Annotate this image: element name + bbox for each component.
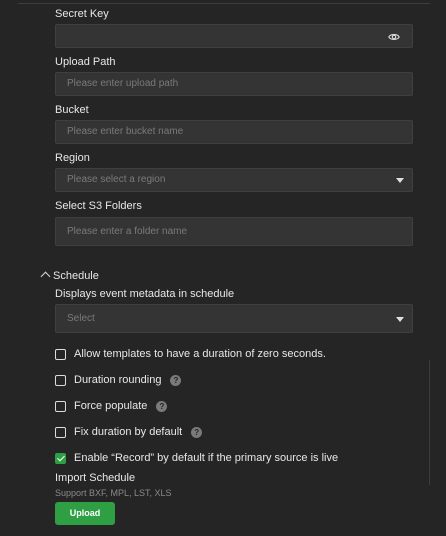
region-placeholder: Please select a region — [67, 174, 166, 185]
option-force-populate[interactable]: Force populate ? — [55, 399, 168, 413]
bucket-label: Bucket — [55, 104, 89, 116]
option-duration-rounding[interactable]: Duration rounding ? — [55, 373, 182, 387]
schedule-title: Schedule — [53, 270, 99, 282]
import-format-hint: Support BXF, MPL, LST, XLS — [55, 488, 172, 498]
settings-panel: Secret Key Upload Path Bucket Region Ple… — [0, 0, 446, 536]
metadata-placeholder: Select — [67, 313, 95, 324]
secret-key-input[interactable] — [55, 24, 413, 48]
help-icon[interactable]: ? — [170, 374, 182, 386]
bucket-field[interactable] — [67, 121, 367, 143]
checkbox[interactable] — [55, 348, 66, 360]
chevron-up-icon — [40, 271, 51, 282]
option-zero-duration[interactable]: Allow templates to have a duration of ze… — [55, 347, 326, 361]
option-label: Allow templates to have a duration of ze… — [74, 348, 326, 360]
upload-path-field[interactable] — [67, 73, 367, 95]
s3-folders-field[interactable] — [67, 218, 367, 245]
help-icon[interactable]: ? — [191, 426, 203, 438]
option-label: Force populate — [74, 400, 148, 412]
scrollbar[interactable] — [429, 360, 430, 485]
region-label: Region — [55, 152, 90, 164]
chevron-down-icon — [396, 178, 404, 183]
option-label: Fix duration by default — [74, 426, 183, 438]
option-enable-record[interactable]: Enable “Record” by default if the primar… — [55, 451, 338, 465]
checkbox[interactable] — [55, 400, 66, 412]
help-icon[interactable]: ? — [156, 400, 168, 412]
metadata-select[interactable]: Select — [55, 304, 413, 333]
secret-key-field[interactable] — [67, 25, 367, 47]
chevron-down-icon — [396, 316, 404, 322]
metadata-label: Displays event metadata in schedule — [55, 288, 235, 300]
schedule-section-toggle[interactable]: Schedule — [40, 270, 99, 282]
region-select[interactable]: Please select a region — [55, 168, 413, 192]
bucket-input[interactable] — [55, 120, 413, 144]
option-fix-duration[interactable]: Fix duration by default ? — [55, 425, 203, 439]
upload-button[interactable]: Upload — [55, 502, 115, 525]
upload-path-input[interactable] — [55, 72, 413, 96]
checkbox[interactable] — [55, 374, 66, 386]
import-schedule-label: Import Schedule — [55, 472, 136, 484]
checkbox[interactable] — [55, 426, 66, 438]
s3-folders-input[interactable] — [55, 217, 413, 246]
option-label: Enable “Record” by default if the primar… — [74, 452, 339, 464]
option-label: Duration rounding — [74, 374, 162, 386]
upload-path-label: Upload Path — [55, 56, 116, 68]
checkbox-checked[interactable] — [55, 452, 66, 464]
divider — [18, 3, 430, 4]
eye-icon[interactable] — [388, 31, 400, 43]
secret-key-label: Secret Key — [55, 8, 109, 20]
s3-folders-label: Select S3 Folders — [55, 200, 142, 212]
